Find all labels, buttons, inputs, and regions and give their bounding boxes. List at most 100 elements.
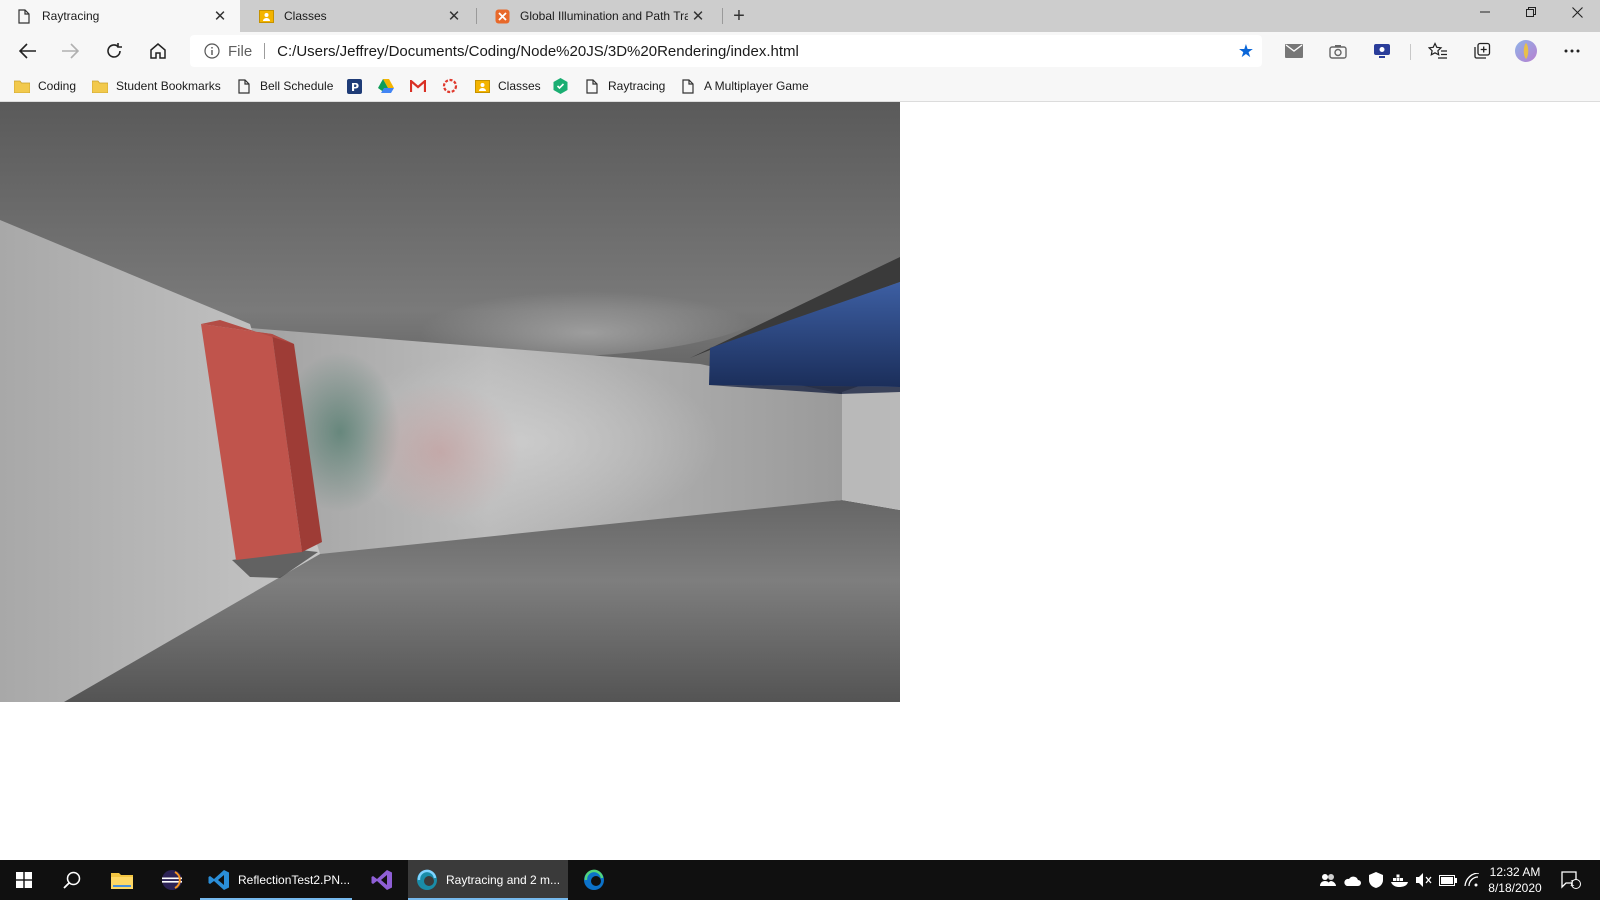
- taskbar-label: ReflectionTest2.PN...: [238, 873, 351, 887]
- p-app-icon: P: [346, 78, 362, 94]
- favorites-bar: Coding Student Bookmarks Bell Schedule P…: [0, 70, 1600, 102]
- tab-raytracing[interactable]: Raytracing ✕: [0, 0, 240, 32]
- drive-icon: [378, 78, 394, 94]
- profile-button[interactable]: [1510, 35, 1542, 67]
- tab-strip: Raytracing ✕ Classes ✕ Global Illuminati…: [0, 0, 1600, 32]
- page-viewport: [0, 102, 1600, 860]
- vscode-icon: [208, 870, 229, 890]
- screencast-icon: [1374, 44, 1390, 58]
- favorite-classes[interactable]: Classes: [474, 76, 541, 96]
- favorite-label: Raytracing: [608, 79, 666, 93]
- refresh-icon: [107, 43, 122, 58]
- favorite-coding[interactable]: Coding: [14, 76, 76, 96]
- eclipse-icon: [162, 870, 182, 890]
- favorites-button[interactable]: [1422, 35, 1454, 67]
- windows-start-icon: [16, 872, 32, 888]
- edge-icon: [584, 869, 604, 890]
- system-clock[interactable]: 12:32 AM 8/18/2020: [1480, 864, 1550, 896]
- raytraced-scene-canvas[interactable]: [0, 102, 900, 702]
- cast-extension-button[interactable]: [1366, 35, 1398, 67]
- classroom-icon: [258, 8, 274, 24]
- page-icon: [680, 78, 696, 94]
- volume-muted-icon[interactable]: [1414, 870, 1434, 890]
- close-tab-icon[interactable]: ✕: [210, 6, 230, 26]
- favorite-raytracing[interactable]: Raytracing: [584, 76, 665, 96]
- file-explorer-icon: [111, 873, 133, 889]
- favorite-bell-schedule[interactable]: Bell Schedule: [236, 76, 333, 96]
- visual-studio-icon: [371, 870, 392, 890]
- close-tab-icon[interactable]: ✕: [444, 6, 464, 26]
- battery-icon[interactable]: [1438, 870, 1458, 890]
- page-icon: [584, 78, 600, 94]
- more-icon: [1564, 49, 1580, 53]
- onedrive-icon[interactable]: [1342, 870, 1362, 890]
- favorite-label: Coding: [38, 79, 77, 93]
- action-center-button[interactable]: 1: [1558, 870, 1584, 890]
- camera-icon: [1329, 44, 1347, 59]
- favorite-drive[interactable]: [378, 76, 402, 96]
- favorite-student-bookmarks[interactable]: Student Bookmarks: [92, 76, 221, 96]
- start-button[interactable]: [0, 860, 48, 900]
- favorite-gmail[interactable]: [410, 76, 434, 96]
- mail-extension-button[interactable]: [1278, 35, 1310, 67]
- tab-global-illumination[interactable]: Global Illumination and Path Tra ✕: [478, 0, 718, 32]
- toolbar-separator: [1410, 44, 1411, 60]
- site-info-icon[interactable]: [202, 43, 222, 59]
- docker-icon[interactable]: [1390, 870, 1410, 890]
- forward-arrow-icon: [62, 43, 79, 59]
- defender-icon[interactable]: [1366, 870, 1386, 890]
- collections-button[interactable]: [1466, 35, 1498, 67]
- taskbar-edge[interactable]: [570, 860, 618, 900]
- clock-time: 12:32 AM: [1489, 865, 1541, 879]
- tab-title: Global Illumination and Path Tra: [520, 9, 688, 23]
- favorite-label: A Multiplayer Game: [704, 79, 809, 93]
- taskbar-visual-studio[interactable]: [358, 860, 406, 900]
- edge-beta-icon: [417, 869, 437, 890]
- tab-separator: [722, 8, 723, 24]
- forward-button[interactable]: [54, 35, 86, 67]
- minimize-button[interactable]: [1462, 0, 1508, 24]
- address-bar[interactable]: File C:/Users/Jeffrey/Documents/Coding/N…: [190, 35, 1262, 67]
- ring-icon: [442, 78, 458, 94]
- page-icon: [236, 78, 252, 94]
- close-tab-icon[interactable]: ✕: [688, 6, 708, 26]
- folder-icon: [14, 78, 30, 94]
- browser-toolbar: File C:/Users/Jeffrey/Documents/Coding/N…: [0, 32, 1600, 70]
- refresh-button[interactable]: [98, 35, 130, 67]
- taskbar-vscode[interactable]: ReflectionTest2.PN...: [200, 860, 352, 900]
- notification-count-badge: 1: [1570, 879, 1575, 888]
- home-button[interactable]: [142, 35, 174, 67]
- tab-title: Raytracing: [42, 9, 100, 23]
- classroom-icon: [474, 78, 490, 94]
- tab-classes[interactable]: Classes ✕: [242, 0, 474, 32]
- url-text[interactable]: C:/Users/Jeffrey/Documents/Coding/Node%2…: [277, 43, 1230, 60]
- scratchapixel-icon: [494, 8, 510, 24]
- settings-more-button[interactable]: [1556, 35, 1588, 67]
- favorite-label: Classes: [498, 79, 541, 93]
- page-icon: [16, 8, 32, 24]
- tray-people-icon[interactable]: [1318, 870, 1338, 890]
- tab-title: Classes: [284, 9, 327, 23]
- taskbar-eclipse[interactable]: [148, 860, 196, 900]
- search-button[interactable]: [48, 860, 96, 900]
- svg-text:P: P: [351, 81, 359, 94]
- new-tab-button[interactable]: +: [727, 4, 751, 28]
- taskbar-edge-beta[interactable]: Raytracing and 2 m...: [408, 860, 568, 900]
- close-window-button[interactable]: [1554, 0, 1600, 24]
- back-button[interactable]: [12, 35, 44, 67]
- address-divider: [264, 43, 266, 59]
- restore-button[interactable]: [1508, 0, 1554, 24]
- favorite-shield[interactable]: [552, 76, 576, 96]
- favorite-p-app[interactable]: P: [346, 76, 370, 96]
- clock-date: 8/18/2020: [1488, 881, 1542, 895]
- favorite-ring[interactable]: [442, 76, 466, 96]
- home-icon: [150, 43, 166, 59]
- taskbar-file-explorer[interactable]: [98, 860, 146, 900]
- wifi-icon[interactable]: [1462, 870, 1482, 890]
- taskbar-label: Raytracing and 2 m...: [446, 873, 561, 887]
- search-icon: [63, 871, 81, 889]
- screenshot-extension-button[interactable]: [1322, 35, 1354, 67]
- back-arrow-icon: [19, 43, 36, 59]
- favorite-star-icon[interactable]: ★: [1230, 35, 1262, 67]
- favorite-multiplayer-game[interactable]: A Multiplayer Game: [680, 76, 809, 96]
